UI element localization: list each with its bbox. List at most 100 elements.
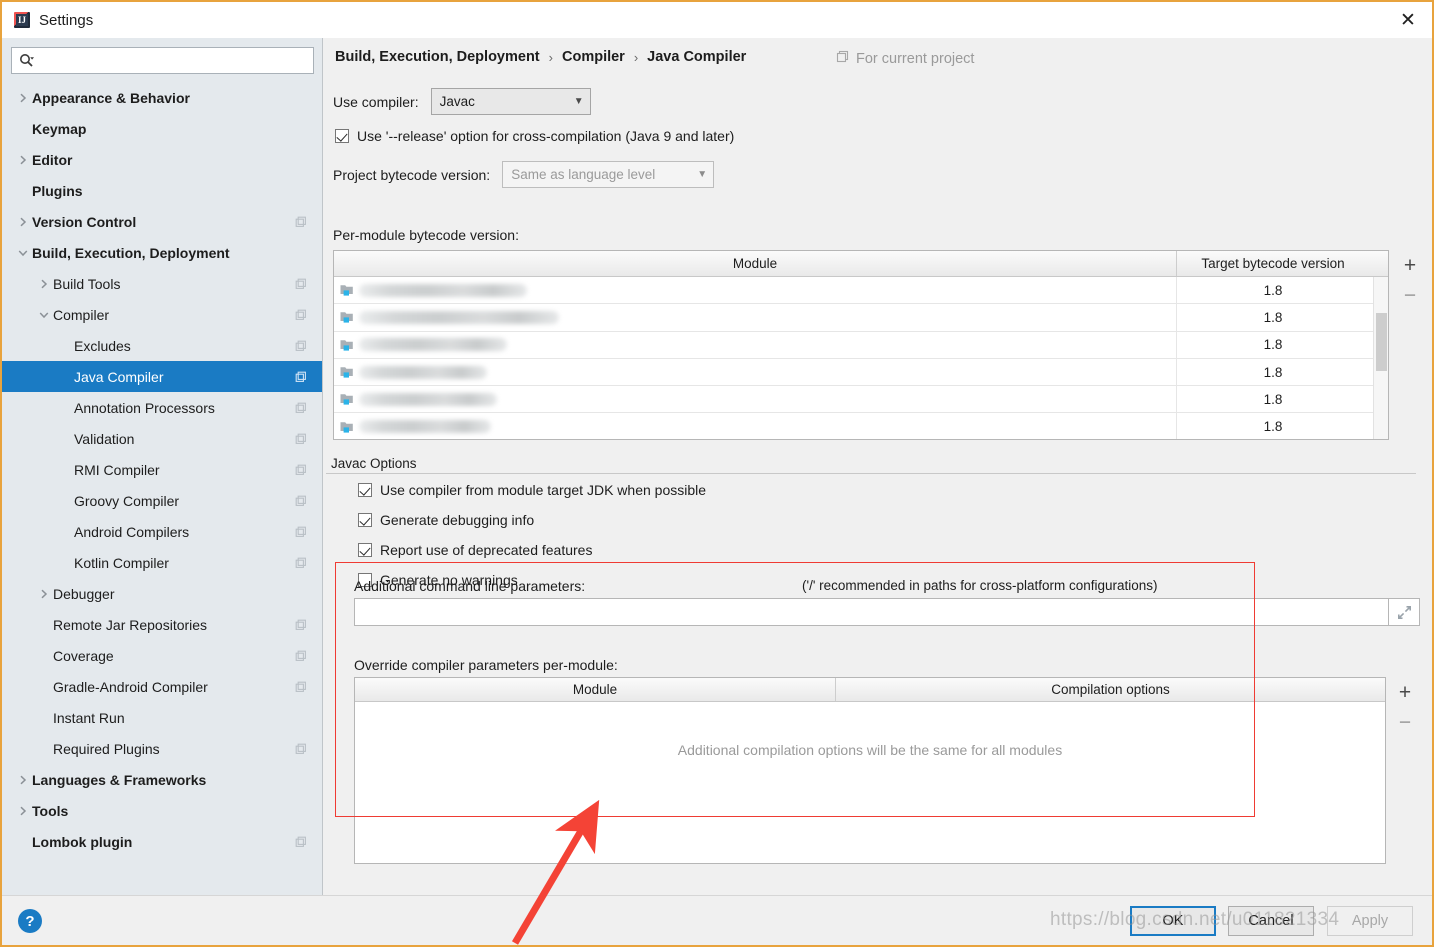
copy-scope-icon: [295, 278, 307, 290]
sidebar-item-tools[interactable]: Tools: [2, 795, 322, 826]
copy-scope-icon: [295, 495, 307, 507]
additional-params-input[interactable]: [354, 598, 1388, 626]
column-header-compilation-options[interactable]: Compilation options: [836, 678, 1385, 701]
chevron-right-icon[interactable]: [35, 279, 53, 289]
copy-scope-icon: [295, 402, 307, 414]
sidebar-item-build-tools[interactable]: Build Tools: [2, 268, 322, 299]
chevron-right-icon[interactable]: [14, 775, 32, 785]
target-bytecode-cell[interactable]: 1.8: [1177, 413, 1369, 439]
search-icon: [19, 53, 34, 68]
sidebar-item-android-compilers[interactable]: Android Compilers: [2, 516, 322, 547]
target-bytecode-cell[interactable]: 1.8: [1177, 332, 1369, 358]
sidebar-item-groovy-compiler[interactable]: Groovy Compiler: [2, 485, 322, 516]
chevron-right-icon[interactable]: [35, 589, 53, 599]
sidebar-item-required-plugins[interactable]: Required Plugins: [2, 733, 322, 764]
sidebar-item-java-compiler[interactable]: Java Compiler: [2, 361, 322, 392]
target-bytecode-cell[interactable]: 1.8: [1177, 277, 1369, 303]
javac-option-row[interactable]: Use compiler from module target JDK when…: [358, 482, 706, 498]
table-row[interactable]: 1.8: [334, 331, 1388, 359]
close-icon[interactable]: ✕: [1384, 2, 1432, 38]
sidebar-item-appearance-behavior[interactable]: Appearance & Behavior: [2, 82, 322, 113]
release-option-row[interactable]: Use '--release' option for cross-compila…: [335, 128, 734, 144]
breadcrumb-item[interactable]: Compiler: [562, 49, 625, 65]
chevron-right-icon[interactable]: [14, 806, 32, 816]
override-params-table[interactable]: Module Compilation options Additional co…: [354, 677, 1386, 864]
copy-scope-icon: [295, 371, 307, 383]
target-bytecode-cell[interactable]: 1.8: [1177, 304, 1369, 330]
target-bytecode-cell[interactable]: 1.8: [1177, 386, 1369, 412]
sidebar-item-compiler[interactable]: Compiler: [2, 299, 322, 330]
module-cell: [334, 304, 1177, 331]
module-name-redacted: [359, 420, 491, 434]
sidebar-item-kotlin-compiler[interactable]: Kotlin Compiler: [2, 547, 322, 578]
javac-option-row[interactable]: Report use of deprecated features: [358, 542, 592, 558]
table-header: Module Compilation options: [355, 678, 1385, 702]
table-row[interactable]: 1.8: [334, 358, 1388, 387]
module-folder-icon: [340, 420, 355, 434]
chevron-down-icon[interactable]: [35, 310, 53, 320]
add-override-button[interactable]: +: [1388, 677, 1422, 707]
copy-scope-icon: [295, 619, 307, 631]
table-row[interactable]: 1.8: [334, 277, 1388, 305]
sidebar-item-annotation-processors[interactable]: Annotation Processors: [2, 392, 322, 423]
apply-button: Apply: [1327, 906, 1413, 936]
project-bytecode-select[interactable]: Same as language level ▼: [502, 161, 715, 188]
sidebar-item-editor[interactable]: Editor: [2, 144, 322, 175]
sidebar-item-build-execution-deployment[interactable]: Build, Execution, Deployment: [2, 237, 322, 268]
chevron-right-icon[interactable]: [14, 93, 32, 103]
sidebar-item-excludes[interactable]: Excludes: [2, 330, 322, 361]
sidebar-item-debugger[interactable]: Debugger: [2, 578, 322, 609]
release-option-checkbox[interactable]: [335, 129, 349, 143]
sidebar-item-lombok-plugin[interactable]: Lombok plugin: [2, 826, 322, 857]
sidebar-item-instant-run[interactable]: Instant Run: [2, 702, 322, 733]
sidebar-item-gradle-android-compiler[interactable]: Gradle-Android Compiler: [2, 671, 322, 702]
sidebar-item-coverage[interactable]: Coverage: [2, 640, 322, 671]
target-bytecode-cell[interactable]: 1.8: [1177, 359, 1369, 385]
sidebar-item-label: Lombok plugin: [32, 833, 133, 850]
search-input[interactable]: [38, 52, 293, 69]
javac-options-group-border: [326, 473, 1416, 474]
remove-override-button[interactable]: −: [1388, 707, 1422, 737]
breadcrumb-item[interactable]: Build, Execution, Deployment: [335, 49, 540, 65]
copy-scope-icon: [295, 216, 307, 228]
use-compiler-select[interactable]: Javac ▼: [430, 88, 591, 115]
override-table-buttons: + −: [1387, 677, 1423, 737]
module-folder-icon: [340, 310, 355, 324]
add-module-button[interactable]: +: [1393, 250, 1427, 280]
remove-module-button[interactable]: −: [1393, 280, 1427, 310]
table-scrollbar[interactable]: [1373, 277, 1388, 439]
sidebar-item-label: Excludes: [74, 337, 131, 354]
help-button[interactable]: ?: [18, 909, 42, 933]
table-row[interactable]: 1.8: [334, 386, 1388, 414]
javac-option-checkbox[interactable]: [358, 483, 372, 497]
sidebar-item-label: Android Compilers: [74, 523, 190, 540]
column-header-module[interactable]: Module: [355, 678, 836, 701]
watermark-text: https://blog.csdn.net/u011821334: [1050, 909, 1340, 930]
expand-arrows-icon[interactable]: [1388, 598, 1420, 626]
table-row[interactable]: 1.8: [334, 413, 1388, 439]
dialog-body: Appearance & Behavior Keymap Editor Plugins…: [2, 38, 1432, 895]
use-compiler-value: Javac: [439, 94, 475, 109]
table-row[interactable]: 1.8: [334, 304, 1388, 332]
column-header-target[interactable]: Target bytecode version: [1177, 251, 1369, 276]
sidebar-item-version-control[interactable]: Version Control: [2, 206, 322, 237]
sidebar-item-label: Keymap: [32, 120, 87, 137]
chevron-right-icon[interactable]: [14, 155, 32, 165]
additional-params-row: [354, 598, 1420, 626]
sidebar-item-validation[interactable]: Validation: [2, 423, 322, 454]
javac-option-checkbox[interactable]: [358, 543, 372, 557]
sidebar-item-keymap[interactable]: Keymap: [2, 113, 322, 144]
chevron-down-icon[interactable]: [14, 248, 32, 258]
javac-option-row[interactable]: Generate debugging info: [358, 512, 534, 528]
chevron-right-icon[interactable]: [14, 217, 32, 227]
sidebar-item-languages-frameworks[interactable]: Languages & Frameworks: [2, 764, 322, 795]
copy-scope-icon: [295, 681, 307, 693]
sidebar-item-plugins[interactable]: Plugins: [2, 175, 322, 206]
javac-option-checkbox[interactable]: [358, 513, 372, 527]
column-header-module[interactable]: Module: [334, 251, 1177, 276]
search-box[interactable]: [11, 47, 314, 74]
module-bytecode-table[interactable]: Module Target bytecode version 1.8 1.8 1.8…: [333, 250, 1389, 440]
sidebar-item-remote-jar-repositories[interactable]: Remote Jar Repositories: [2, 609, 322, 640]
scrollbar-thumb[interactable]: [1376, 313, 1387, 371]
sidebar-item-rmi-compiler[interactable]: RMI Compiler: [2, 454, 322, 485]
